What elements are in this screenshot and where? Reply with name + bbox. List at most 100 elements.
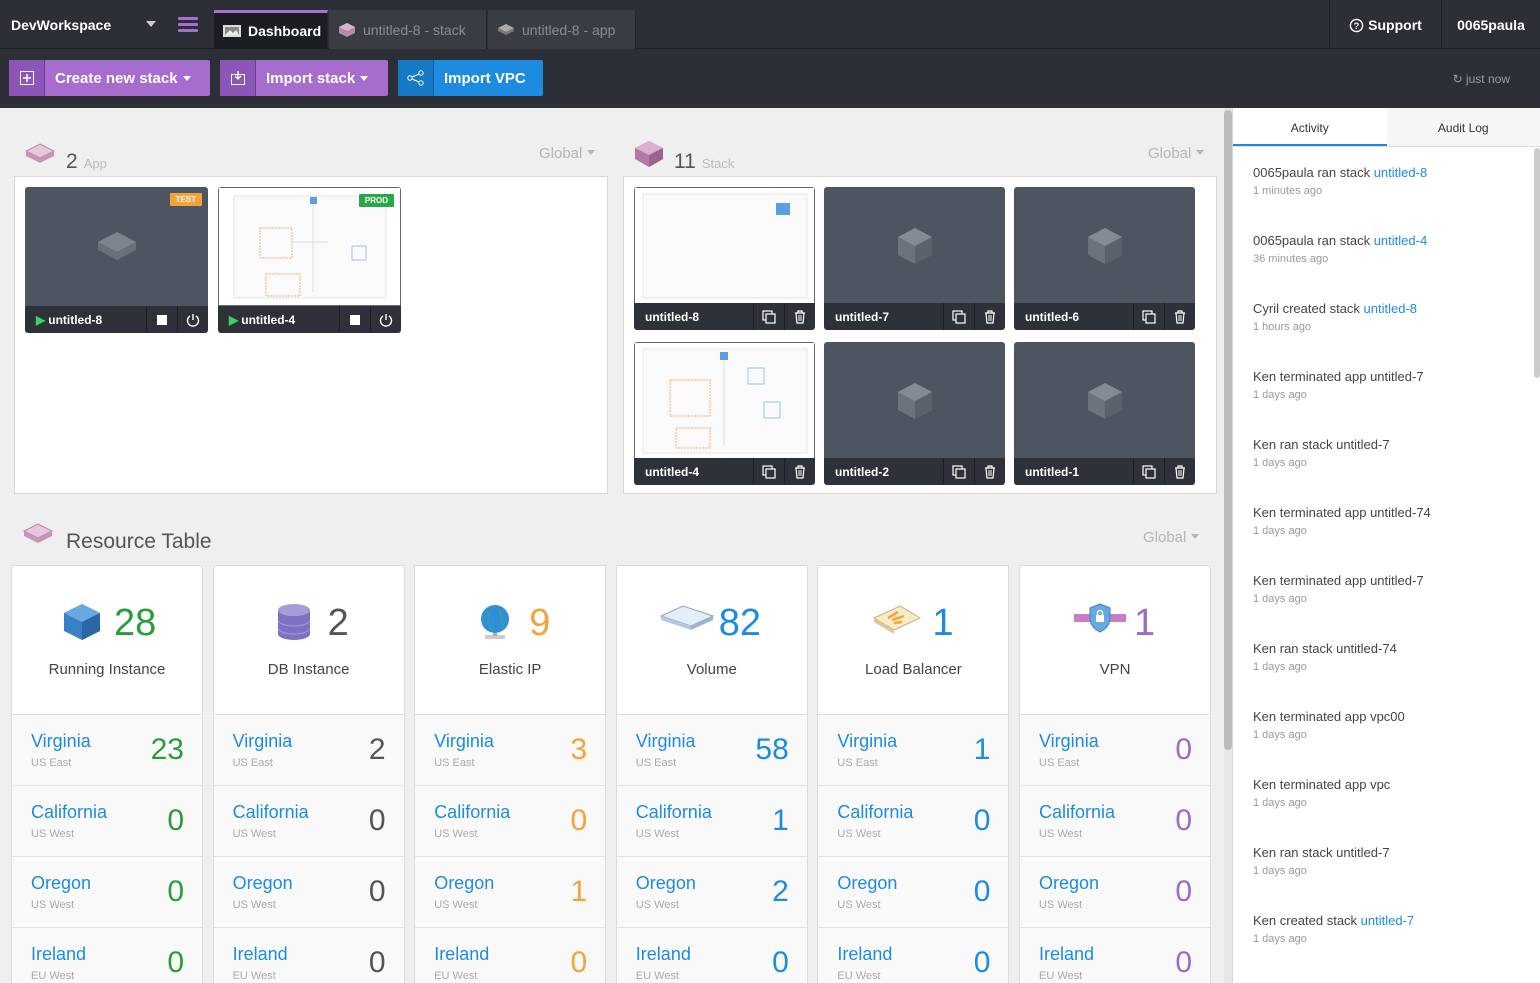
resource-region-row[interactable]: Virginia US East 58 bbox=[616, 715, 807, 786]
region-name[interactable]: Ireland bbox=[434, 944, 489, 965]
support-button[interactable]: ? Support bbox=[1329, 0, 1441, 49]
create-stack-button[interactable]: Create new stack bbox=[9, 60, 210, 96]
duplicate-button[interactable] bbox=[1133, 458, 1164, 485]
stack-thumbnail[interactable] bbox=[1014, 342, 1195, 459]
duplicate-button[interactable] bbox=[943, 303, 974, 330]
stack-thumbnail[interactable] bbox=[824, 342, 1005, 459]
resource-region-row[interactable]: California US West 0 bbox=[213, 786, 404, 857]
region-name[interactable]: Virginia bbox=[31, 731, 91, 752]
region-name[interactable]: Virginia bbox=[434, 731, 494, 752]
region-name[interactable]: Oregon bbox=[636, 873, 696, 894]
resource-region-row[interactable]: Ireland EU West 0 bbox=[12, 928, 202, 983]
region-name[interactable]: Virginia bbox=[837, 731, 897, 752]
delete-button[interactable] bbox=[784, 303, 815, 330]
workspace-selector[interactable]: DevWorkspace bbox=[0, 0, 168, 49]
activity-link[interactable]: untitled-8 bbox=[1364, 301, 1417, 316]
duplicate-button[interactable] bbox=[943, 458, 974, 485]
region-name[interactable]: California bbox=[233, 802, 309, 823]
stack-thumbnail[interactable] bbox=[634, 342, 815, 459]
stack-card[interactable]: untitled-8 bbox=[634, 187, 815, 330]
menu-button[interactable] bbox=[168, 0, 212, 49]
stack-card[interactable]: untitled-4 bbox=[634, 342, 815, 485]
tab-activity[interactable]: Activity bbox=[1233, 108, 1387, 146]
resource-region-row[interactable]: Ireland EU West 0 bbox=[415, 928, 606, 983]
app-card[interactable]: TEST ▶ untitled-8 bbox=[25, 187, 208, 333]
region-name[interactable]: California bbox=[837, 802, 913, 823]
region-name[interactable]: Virginia bbox=[1039, 731, 1099, 752]
resource-region-row[interactable]: Oregon US West 1 bbox=[415, 857, 606, 928]
region-name[interactable]: California bbox=[31, 802, 107, 823]
delete-button[interactable] bbox=[1164, 303, 1195, 330]
resource-region-row[interactable]: Ireland EU West 0 bbox=[616, 928, 807, 983]
user-menu[interactable]: 0065paula bbox=[1441, 0, 1540, 49]
stack-thumbnail[interactable] bbox=[1014, 187, 1195, 304]
resource-region-row[interactable]: Virginia US East 1 bbox=[818, 715, 1009, 786]
refresh-button[interactable]: ↻ just now bbox=[1453, 72, 1510, 86]
resource-region-row[interactable]: Ireland EU West 0 bbox=[213, 928, 404, 983]
resource-region-row[interactable]: Oregon US West 0 bbox=[213, 857, 404, 928]
delete-button[interactable] bbox=[1164, 458, 1195, 485]
activity-link[interactable]: untitled-8 bbox=[1374, 165, 1427, 180]
delete-button[interactable] bbox=[974, 303, 1005, 330]
resource-region-row[interactable]: Oregon US West 2 bbox=[616, 857, 807, 928]
scrollbar-thumb[interactable] bbox=[1224, 110, 1232, 750]
region-name[interactable]: Oregon bbox=[434, 873, 494, 894]
resource-region-row[interactable]: Ireland EU West 0 bbox=[1020, 928, 1210, 983]
power-button[interactable] bbox=[370, 306, 401, 333]
duplicate-button[interactable] bbox=[1133, 303, 1164, 330]
app-thumbnail[interactable]: PROD bbox=[218, 187, 401, 306]
region-name[interactable]: Virginia bbox=[233, 731, 293, 752]
import-vpc-button[interactable]: Import VPC bbox=[398, 60, 543, 96]
tab-app[interactable]: untitled-8 - app bbox=[488, 10, 636, 49]
region-name[interactable]: California bbox=[636, 802, 712, 823]
resource-region-row[interactable]: Virginia US East 0 bbox=[1020, 715, 1210, 786]
region-name[interactable]: Oregon bbox=[233, 873, 293, 894]
region-name[interactable]: Oregon bbox=[31, 873, 91, 894]
delete-button[interactable] bbox=[784, 458, 815, 485]
resource-region-row[interactable]: California US West 0 bbox=[818, 786, 1009, 857]
activity-scrollbar[interactable] bbox=[1534, 148, 1540, 378]
tab-audit-log[interactable]: Audit Log bbox=[1387, 108, 1540, 146]
region-name[interactable]: Ireland bbox=[31, 944, 86, 965]
region-name[interactable]: Ireland bbox=[1039, 944, 1094, 965]
resource-region-row[interactable]: Ireland EU West 0 bbox=[818, 928, 1009, 983]
import-stack-button[interactable]: Import stack bbox=[220, 60, 388, 96]
power-button[interactable] bbox=[177, 306, 208, 333]
resource-region-row[interactable]: California US West 0 bbox=[1020, 786, 1210, 857]
stack-thumbnail[interactable] bbox=[824, 187, 1005, 304]
activity-link[interactable]: untitled-7 bbox=[1361, 913, 1414, 928]
stack-thumbnail[interactable] bbox=[634, 187, 815, 304]
duplicate-button[interactable] bbox=[753, 303, 784, 330]
region-name[interactable]: Ireland bbox=[233, 944, 288, 965]
stack-card[interactable]: untitled-1 bbox=[1014, 342, 1195, 485]
resource-region-row[interactable]: Virginia US East 3 bbox=[415, 715, 606, 786]
stack-region-filter[interactable]: Global bbox=[1148, 145, 1205, 162]
stop-button[interactable] bbox=[146, 306, 177, 333]
resource-region-row[interactable]: Oregon US West 0 bbox=[818, 857, 1009, 928]
duplicate-button[interactable] bbox=[753, 458, 784, 485]
resource-region-row[interactable]: California US West 0 bbox=[12, 786, 202, 857]
resource-region-row[interactable]: Virginia US East 2 bbox=[213, 715, 404, 786]
stop-button[interactable] bbox=[339, 306, 370, 333]
stack-card[interactable]: untitled-2 bbox=[824, 342, 1005, 485]
resource-region-row[interactable]: Oregon US West 0 bbox=[1020, 857, 1210, 928]
resource-region-row[interactable]: California US West 1 bbox=[616, 786, 807, 857]
app-thumbnail[interactable]: TEST bbox=[25, 187, 208, 306]
delete-button[interactable] bbox=[974, 458, 1005, 485]
resource-region-row[interactable]: Oregon US West 0 bbox=[12, 857, 202, 928]
region-name[interactable]: Oregon bbox=[1039, 873, 1099, 894]
region-name[interactable]: Oregon bbox=[837, 873, 897, 894]
app-region-filter[interactable]: Global bbox=[539, 145, 596, 162]
resource-region-row[interactable]: California US West 0 bbox=[415, 786, 606, 857]
region-name[interactable]: Ireland bbox=[636, 944, 691, 965]
region-name[interactable]: Ireland bbox=[837, 944, 892, 965]
resource-region-filter[interactable]: Global bbox=[1143, 529, 1200, 546]
activity-link[interactable]: untitled-4 bbox=[1374, 233, 1427, 248]
main-scrollbar[interactable] bbox=[1224, 108, 1232, 983]
region-name[interactable]: Virginia bbox=[636, 731, 696, 752]
tab-stack[interactable]: untitled-8 - stack bbox=[329, 10, 487, 49]
region-name[interactable]: California bbox=[1039, 802, 1115, 823]
app-card[interactable]: PROD ▶ untitled-4 bbox=[218, 187, 401, 333]
resource-region-row[interactable]: Virginia US East 23 bbox=[12, 715, 202, 786]
stack-card[interactable]: untitled-6 bbox=[1014, 187, 1195, 330]
